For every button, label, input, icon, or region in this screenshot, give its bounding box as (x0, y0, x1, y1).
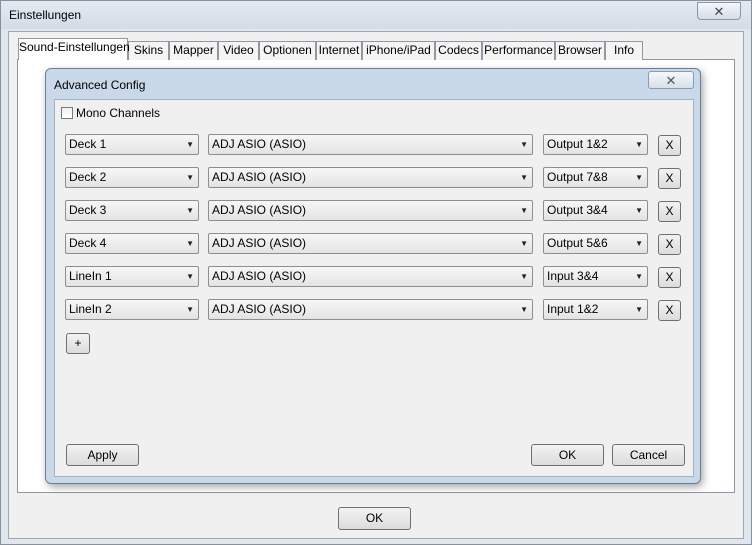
channel-select-2[interactable]: Output 7&8 ▼ (543, 167, 648, 188)
device-select-6[interactable]: ADJ ASIO (ASIO) ▼ (208, 299, 533, 320)
chevron-down-icon: ▼ (186, 272, 194, 281)
tab-mapper[interactable]: Mapper (169, 41, 218, 60)
chevron-down-icon: ▼ (520, 206, 528, 215)
tab-performance[interactable]: Performance (482, 41, 555, 60)
main-ok-button[interactable]: OK (338, 507, 411, 530)
tab-optionen[interactable]: Optionen (259, 41, 316, 60)
channel-select-value: Output 7&8 (547, 170, 608, 184)
device-select-value: ADJ ASIO (ASIO) (212, 170, 307, 184)
add-row-button[interactable]: + (66, 333, 90, 354)
deck-select-5[interactable]: LineIn 1 ▼ (65, 266, 199, 287)
mono-channels-checkbox[interactable] (61, 107, 73, 119)
channel-select-value: Input 1&2 (547, 302, 599, 316)
chevron-down-icon: ▼ (520, 173, 528, 182)
deck-select-value: Deck 1 (69, 137, 107, 151)
deck-select-3[interactable]: Deck 3 ▼ (65, 200, 199, 221)
chevron-down-icon: ▼ (520, 305, 528, 314)
apply-button[interactable]: Apply (66, 444, 139, 466)
remove-row-button-1[interactable]: X (658, 135, 681, 156)
chevron-down-icon: ▼ (635, 173, 643, 182)
channel-select-5[interactable]: Input 3&4 ▼ (543, 266, 648, 287)
advanced-config-dialog: Advanced Config ✕ Mono Channels Deck 1 ▼ … (45, 68, 701, 484)
deck-select-2[interactable]: Deck 2 ▼ (65, 167, 199, 188)
chevron-down-icon: ▼ (186, 173, 194, 182)
chevron-down-icon: ▼ (635, 140, 643, 149)
cancel-button[interactable]: Cancel (612, 444, 685, 466)
title-bar: Einstellungen ✕ (1, 1, 751, 29)
remove-row-button-6[interactable]: X (658, 300, 681, 321)
remove-row-button-4[interactable]: X (658, 234, 681, 255)
channel-select-3[interactable]: Output 3&4 ▼ (543, 200, 648, 221)
remove-row-button-2[interactable]: X (658, 168, 681, 189)
remove-row-button-5[interactable]: X (658, 267, 681, 288)
device-select-4[interactable]: ADJ ASIO (ASIO) ▼ (208, 233, 533, 254)
dialog-body: Mono Channels Deck 1 ▼ ADJ ASIO (ASIO) ▼ O… (54, 99, 694, 477)
channel-select-4[interactable]: Output 5&6 ▼ (543, 233, 648, 254)
tab-iphone-ipad[interactable]: iPhone/iPad (362, 41, 435, 60)
tab-sound-einstellungen[interactable]: Sound-Einstellungen (18, 38, 130, 60)
dialog-close-button[interactable]: ✕ (648, 71, 694, 89)
chevron-down-icon: ▼ (186, 239, 194, 248)
device-select-value: ADJ ASIO (ASIO) (212, 269, 307, 283)
deck-select-4[interactable]: Deck 4 ▼ (65, 233, 199, 254)
device-select-value: ADJ ASIO (ASIO) (212, 203, 307, 217)
chevron-down-icon: ▼ (186, 206, 194, 215)
device-select-5[interactable]: ADJ ASIO (ASIO) ▼ (208, 266, 533, 287)
tab-video[interactable]: Video (218, 41, 259, 60)
deck-select-value: Deck 4 (69, 236, 107, 250)
chevron-down-icon: ▼ (520, 140, 528, 149)
device-select-value: ADJ ASIO (ASIO) (212, 236, 307, 250)
channel-select-value: Output 5&6 (547, 236, 608, 250)
device-select-2[interactable]: ADJ ASIO (ASIO) ▼ (208, 167, 533, 188)
window-title: Einstellungen (9, 8, 82, 22)
chevron-down-icon: ▼ (635, 239, 643, 248)
tab-internet[interactable]: Internet (316, 41, 362, 60)
deck-select-1[interactable]: Deck 1 ▼ (65, 134, 199, 155)
channel-select-value: Output 1&2 (547, 137, 608, 151)
deck-select-value: Deck 3 (69, 203, 107, 217)
deck-select-value: Deck 2 (69, 170, 107, 184)
dialog-ok-button[interactable]: OK (531, 444, 604, 466)
chevron-down-icon: ▼ (635, 305, 643, 314)
device-select-1[interactable]: ADJ ASIO (ASIO) ▼ (208, 134, 533, 155)
deck-select-6[interactable]: LineIn 2 ▼ (65, 299, 199, 320)
channel-select-value: Output 3&4 (547, 203, 608, 217)
chevron-down-icon: ▼ (186, 140, 194, 149)
deck-select-value: LineIn 1 (69, 269, 112, 283)
tab-browser[interactable]: Browser (555, 41, 605, 60)
device-select-3[interactable]: ADJ ASIO (ASIO) ▼ (208, 200, 533, 221)
device-select-value: ADJ ASIO (ASIO) (212, 302, 307, 316)
channel-select-6[interactable]: Input 1&2 ▼ (543, 299, 648, 320)
remove-row-button-3[interactable]: X (658, 201, 681, 222)
chevron-down-icon: ▼ (520, 239, 528, 248)
tab-info[interactable]: Info (605, 41, 643, 60)
mono-channels-label: Mono Channels (76, 106, 161, 120)
chevron-down-icon: ▼ (186, 305, 194, 314)
deck-select-value: LineIn 2 (69, 302, 112, 316)
dialog-title: Advanced Config (54, 78, 146, 92)
window-close-button[interactable]: ✕ (697, 2, 741, 20)
device-select-value: ADJ ASIO (ASIO) (212, 137, 307, 151)
chevron-down-icon: ▼ (635, 206, 643, 215)
tab-codecs[interactable]: Codecs (435, 41, 482, 60)
tab-skins[interactable]: Skins (128, 41, 169, 60)
channel-select-1[interactable]: Output 1&2 ▼ (543, 134, 648, 155)
chevron-down-icon: ▼ (520, 272, 528, 281)
channel-select-value: Input 3&4 (547, 269, 599, 283)
chevron-down-icon: ▼ (635, 272, 643, 281)
